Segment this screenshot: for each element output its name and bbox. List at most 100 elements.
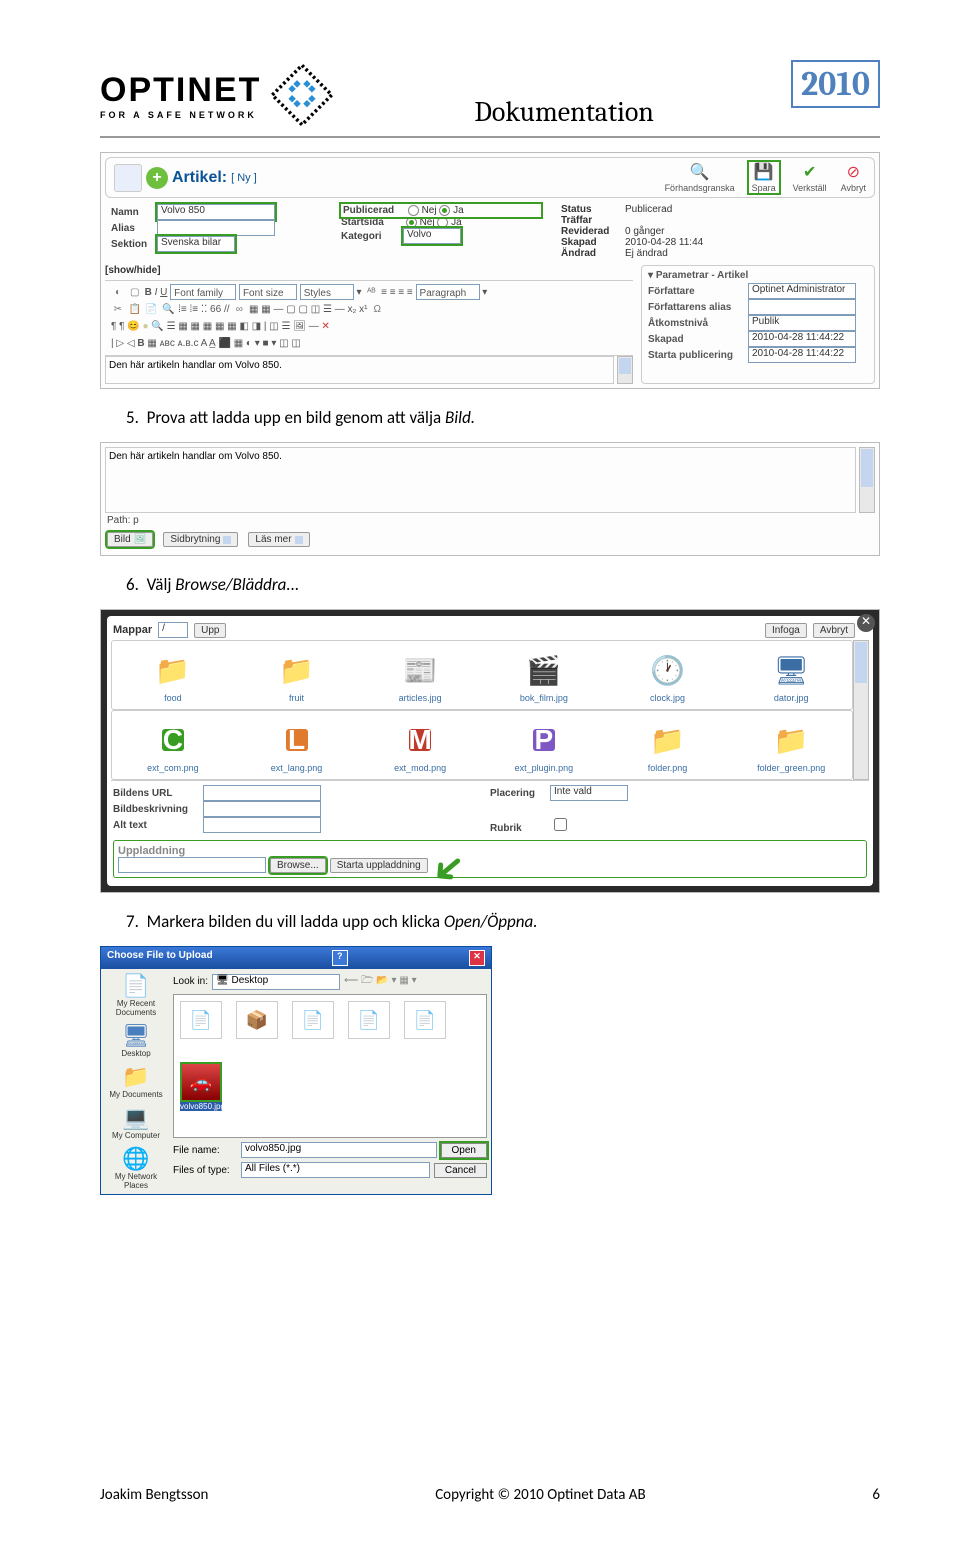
screenshot-file-dialog: Choose File to Upload?✕ 📄My Recent Docum… (100, 946, 492, 1195)
cancel-icon: ⊘ (843, 162, 863, 182)
path-label: Path: p (105, 513, 875, 528)
panel-subtitle: [ Ny ] (231, 172, 257, 184)
media-item[interactable]: 📁food (114, 647, 232, 703)
author-select[interactable]: Optinet Administrator (748, 283, 856, 299)
avbryt-button[interactable]: Avbryt (813, 623, 855, 638)
doc-icon (114, 164, 142, 192)
help-icon[interactable]: ? (332, 950, 348, 966)
file-item[interactable]: 📦 (236, 1001, 278, 1048)
places-item[interactable]: 📁My Documents (105, 1064, 167, 1099)
start-ja-radio[interactable] (437, 217, 448, 228)
pub-ja-radio[interactable] (439, 205, 450, 216)
namn-input[interactable]: Volvo 850 (157, 204, 275, 220)
save-button[interactable]: 💾Spara (749, 162, 779, 193)
media-item[interactable]: 📁fruit (238, 647, 356, 703)
cancel-button[interactable]: Cancel (434, 1163, 487, 1178)
disk-icon: 💾 (754, 162, 774, 182)
file-item[interactable]: 📄 (404, 1001, 446, 1048)
arrow-icon: ➜ (436, 858, 462, 880)
close-icon[interactable]: ✕ (857, 614, 875, 632)
alt-input[interactable] (203, 817, 321, 833)
footer-page: 6 (872, 1486, 880, 1504)
file-item[interactable]: 🚗volvo850.jpg (180, 1062, 222, 1111)
upload-path-input[interactable] (118, 857, 266, 873)
upp-button[interactable]: Upp (194, 623, 226, 638)
add-icon: + (146, 167, 168, 189)
bild-button[interactable]: Bild 🖼 (107, 532, 153, 547)
filetype-select[interactable]: All Files (*.*) (241, 1162, 430, 1178)
browse-button[interactable]: Browse... (270, 858, 326, 873)
pub-nej-radio[interactable] (408, 205, 419, 216)
sektion-select[interactable]: Svenska bilar (157, 236, 235, 252)
folder-select[interactable]: / (158, 622, 188, 638)
file-item[interactable]: 📄 (180, 1001, 222, 1048)
open-button[interactable]: Open (441, 1143, 487, 1158)
alias-input[interactable] (157, 220, 275, 236)
sidbrytning-button[interactable]: Sidbrytning (163, 532, 238, 547)
logo-title: OPTINET (100, 71, 261, 110)
styles-select[interactable]: Styles (300, 284, 354, 300)
paragraph-select[interactable]: Paragraph (416, 284, 480, 300)
media-item[interactable]: 🖥dator.jpg (732, 647, 850, 703)
media-item[interactable]: Lext_lang.png (238, 717, 356, 773)
media-item[interactable]: 📁folder_green.png (732, 717, 850, 773)
scrollbar[interactable] (617, 356, 633, 384)
screenshot-editor-bottom: Den här artikeln handlar om Volvo 850. P… (100, 442, 880, 556)
filename-input[interactable]: volvo850.jpg (241, 1142, 437, 1158)
close-icon[interactable]: ✕ (469, 950, 485, 966)
kategori-select[interactable]: Volvo (403, 228, 461, 244)
start-upload-button[interactable]: Starta uppladdning (330, 858, 428, 873)
places-item[interactable]: 🖥Desktop (105, 1023, 167, 1058)
scrollbar[interactable] (859, 447, 875, 513)
file-item[interactable]: 📄 (348, 1001, 390, 1048)
fontfamily-select[interactable]: Font family (170, 284, 236, 300)
step-6: 6. Välj Browse/Bläddra... (126, 574, 880, 595)
infoga-button[interactable]: Infoga (765, 623, 807, 638)
step-7: 7. Markera bilden du vill ladda upp och … (126, 911, 880, 932)
places-item[interactable]: 🌐My Network Places (105, 1146, 167, 1190)
desc-input[interactable] (203, 801, 321, 817)
scrollbar[interactable] (853, 640, 869, 780)
doc-title: Dokumentation (337, 96, 791, 130)
showhide-toggle[interactable]: [show/hide] (105, 265, 633, 276)
media-item[interactable]: Pext_plugin.png (485, 717, 603, 773)
footer-copyright: Copyright © 2010 Optinet Data AB (208, 1486, 872, 1504)
media-item[interactable]: 🕐clock.jpg (609, 647, 727, 703)
screenshot-article-editor: + Artikel: [ Ny ] 🔍Förhandsgranska 💾Spar… (100, 152, 880, 389)
magnifier-icon: 🔍 (690, 162, 710, 182)
screenshot-media-browser: ✕ Mappar / Upp Infoga Avbryt 📁food📁fruit… (100, 609, 880, 893)
url-input[interactable] (203, 785, 321, 801)
cancel-button[interactable]: ⊘Avbryt (841, 162, 866, 193)
places-item[interactable]: 📄My Recent Documents (105, 973, 167, 1017)
places-item[interactable]: 💻My Computer (105, 1105, 167, 1140)
editor-body[interactable]: Den här artikeln handlar om Volvo 850. (105, 356, 614, 384)
media-item[interactable]: 📁folder.png (609, 717, 727, 773)
placering-select[interactable]: Inte vald (550, 785, 628, 801)
footer-author: Joakim Bengtsson (100, 1486, 208, 1504)
media-item[interactable]: 📰articles.jpg (361, 647, 479, 703)
media-item[interactable]: Cext_com.png (114, 717, 232, 773)
page-footer: Joakim Bengtsson Copyright © 2010 Optine… (100, 1486, 880, 1504)
access-select[interactable]: Publik (748, 315, 856, 331)
panel-title: Artikel: (172, 169, 227, 187)
preview-button[interactable]: 🔍Förhandsgranska (665, 162, 735, 193)
check-icon: ✔ (800, 162, 820, 182)
created-input[interactable]: 2010-04-28 11:44:22 (748, 331, 856, 347)
startpub-input[interactable]: 2010-04-28 11:44:22 (748, 347, 856, 363)
file-item[interactable]: 📄 (292, 1001, 334, 1048)
apply-button[interactable]: ✔Verkställ (793, 162, 827, 193)
logo: OPTINET FOR A SAFE NETWORK (100, 60, 337, 130)
rte-toolbar: ◐ ▢ B I U Font family Font size Styles ▾… (105, 280, 633, 356)
step-5: 5. Prova att ladda upp en bild genom att… (126, 407, 880, 428)
fontsize-select[interactable]: Font size (239, 284, 297, 300)
logo-icon (267, 60, 337, 130)
start-nej-radio[interactable] (406, 217, 417, 228)
lasmer-button[interactable]: Läs mer (248, 532, 309, 547)
page-header: OPTINET FOR A SAFE NETWORK Dokumentation… (100, 60, 880, 138)
media-item[interactable]: Mext_mod.png (361, 717, 479, 773)
author-alias-input[interactable] (748, 299, 856, 315)
rubrik-checkbox[interactable] (554, 818, 567, 831)
media-item[interactable]: 🎬bok_film.jpg (485, 647, 603, 703)
lookin-select[interactable]: 🖥 Desktop (212, 974, 340, 990)
editor-body[interactable]: Den här artikeln handlar om Volvo 850. (105, 447, 856, 513)
